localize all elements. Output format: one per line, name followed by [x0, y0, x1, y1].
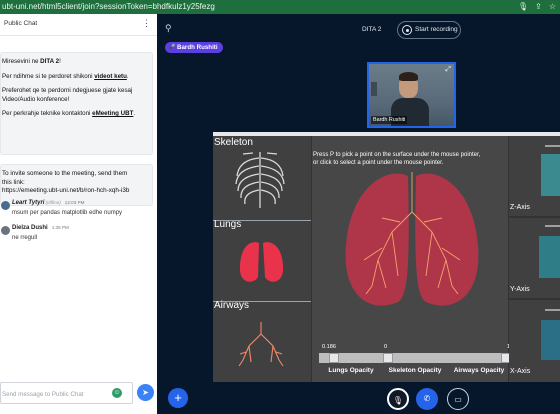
chat-title: Public Chat: [4, 20, 38, 27]
chat-panel: Public Chat ⋮ Miresevini ne DITA 2! Per …: [0, 14, 157, 414]
share-webcam-button[interactable]: ▭: [447, 388, 469, 410]
slider-value: 0: [384, 344, 388, 350]
mute-button[interactable]: 🎙: [387, 388, 409, 410]
welcome-message: Miresevini ne DITA 2! Per ndihme si te p…: [0, 52, 153, 155]
leave-audio-button[interactable]: ✆: [416, 388, 438, 410]
fullscreen-icon[interactable]: ⤢: [445, 66, 451, 74]
chat-header: Public Chat ⋮: [0, 14, 157, 36]
lungs-3d-render: [345, 172, 479, 306]
sender-name: Leart Tytyri: [12, 200, 45, 206]
avatar: [1, 226, 10, 235]
lungs-render: [239, 242, 284, 282]
slider-label: Lungs Opacity: [328, 367, 374, 374]
meeting-header: ⚲ DITA 2 Start recording: [157, 14, 560, 44]
message-input-box[interactable]: ☺: [0, 382, 133, 405]
actions-button[interactable]: +: [168, 388, 188, 408]
start-recording-button[interactable]: Start recording: [397, 21, 461, 39]
airways-label: Airways: [214, 300, 250, 311]
skeleton-pane: [213, 136, 311, 220]
interaction-hint: Press P to pick a point on the surface u…: [313, 152, 481, 166]
meeting-area: ⚲ DITA 2 Start recording 🎤 Bardh Rushiti…: [157, 14, 560, 414]
message-time: 1:35 PM: [51, 225, 69, 230]
z-axis-label: Z-Axis: [510, 204, 530, 211]
support-link[interactable]: eMeeting UBT: [92, 110, 133, 117]
invite-link[interactable]: https://emeeting.ubt-uni.net/b/ron-hch-x…: [2, 187, 152, 196]
url-text: ubt-uni.net/html5client/join?sessionToke…: [2, 2, 215, 11]
send-icon: ➤: [142, 388, 149, 397]
chat-message: Dielza Dushi 1:35 PM ne rregull: [0, 225, 157, 251]
slider-track[interactable]: [383, 353, 447, 363]
more-options-icon[interactable]: ⋮: [142, 18, 151, 29]
chat-message: Leart Tytyri(offline) 12:03 PM msum per p…: [0, 200, 157, 226]
mic-icon[interactable]: 🎙: [518, 0, 528, 14]
videos-link[interactable]: videot ketu: [94, 73, 127, 80]
screen-share: Skeleton Lungs Airways Press P to pick a…: [213, 132, 560, 382]
slider-label: Skeleton Opacity: [388, 367, 442, 374]
lungs-pane: [213, 221, 311, 301]
emoji-icon[interactable]: ☺: [112, 388, 122, 398]
airways-render: [238, 322, 284, 367]
slider-knob[interactable]: [329, 353, 340, 363]
main-3d-view[interactable]: [312, 136, 508, 382]
camera-icon: ▭: [454, 395, 462, 404]
message-input[interactable]: [1, 384, 109, 405]
webcam-name: Bardh Rushiti: [371, 116, 408, 124]
lungs-label: Lungs: [214, 219, 242, 230]
slider-label: Airways Opacity: [453, 367, 505, 374]
webcam-video[interactable]: Bardh Rushiti ⤢: [367, 62, 456, 128]
x-axis-label: X-Axis: [510, 368, 531, 375]
users-toggle-icon[interactable]: ⚲: [165, 23, 172, 34]
avatar: [1, 201, 10, 210]
record-icon: [402, 25, 412, 35]
address-bar[interactable]: ubt-uni.net/html5client/join?sessionToke…: [0, 0, 560, 14]
headphones-note: Preferohet qe te perdorni ndegjuese gjat…: [2, 87, 133, 103]
mic-muted-icon: 🎙: [392, 396, 404, 405]
message-text: ne rregull: [12, 235, 38, 241]
airways-pane: [213, 302, 311, 382]
y-axis-label: Y-Axis: [510, 286, 530, 293]
send-button[interactable]: ➤: [137, 384, 154, 401]
slider-knob[interactable]: [383, 353, 393, 363]
skeleton-render: [235, 152, 285, 208]
skeleton-label: Skeleton: [214, 137, 253, 148]
session-name: DITA 2: [362, 26, 382, 33]
message-time: 12:03 PM: [64, 200, 85, 205]
phone-icon: ✆: [423, 394, 431, 403]
presenter-badge: 🎤 Bardh Rushiti: [165, 42, 223, 53]
message-text: msum per pandas matplotlib edhe numpy: [12, 210, 123, 216]
slider-track[interactable]: [319, 353, 383, 363]
plus-icon: +: [174, 390, 182, 405]
share-icon[interactable]: ⇪: [535, 0, 542, 14]
star-icon[interactable]: ☆: [549, 0, 556, 14]
slider-track[interactable]: [447, 353, 511, 363]
slider-value: 0.186: [322, 344, 336, 350]
mic-icon: 🎤: [168, 45, 176, 51]
sender-name: Dielza Dushi: [12, 225, 48, 231]
